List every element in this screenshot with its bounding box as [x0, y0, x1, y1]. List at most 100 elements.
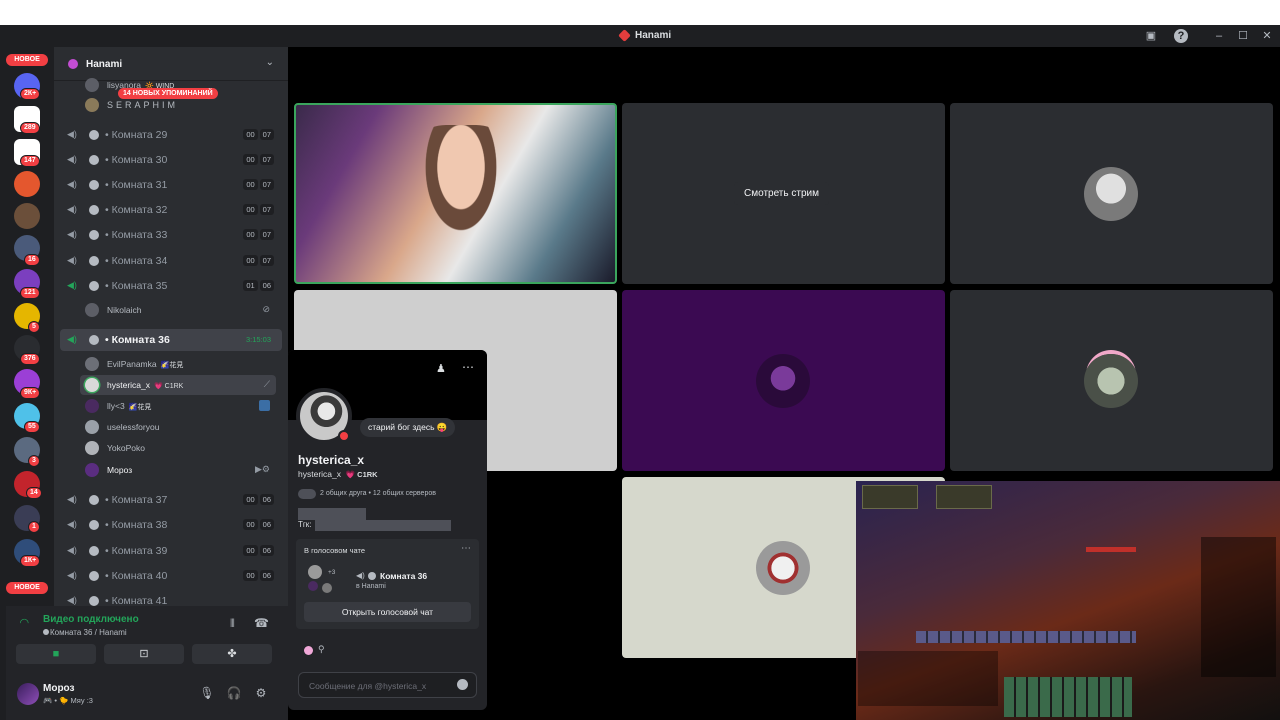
- inbox-icon[interactable]: ▣: [1144, 29, 1158, 43]
- channel-status-icon: [89, 571, 99, 581]
- voice-user[interactable]: Мороз ▶⚙: [80, 460, 276, 480]
- voice-channel[interactable]: ◀) • Комната 37 00 06: [60, 489, 282, 511]
- voice-user-selected[interactable]: hysterica_x 💗 C1RK ⟋: [80, 375, 276, 395]
- voice-status[interactable]: Видео подключено: [43, 614, 139, 625]
- chevron-down-icon[interactable]: ⌄: [266, 57, 274, 68]
- speaker-icon: ◀): [67, 545, 77, 555]
- badge-icon[interactable]: ⚲: [318, 644, 325, 655]
- game-healthbar: [1086, 547, 1136, 552]
- speaker-icon: ◀): [67, 494, 77, 504]
- voice-channel[interactable]: ◀) • Комната 32 00 07: [60, 199, 282, 221]
- mutual-avatars: [298, 489, 316, 499]
- audio-tile[interactable]: [950, 103, 1273, 284]
- more-options-icon[interactable]: ⋯: [461, 543, 471, 554]
- user-profile-popup: ♟ ⋯ старий бог здесь 😛 hysterica_x hyste…: [288, 350, 487, 710]
- server-icon[interactable]: [14, 203, 40, 229]
- activities-button[interactable]: ✤: [192, 644, 272, 664]
- audio-tile[interactable]: [622, 290, 945, 471]
- audio-tile[interactable]: [950, 290, 1273, 471]
- my-username[interactable]: Мороз: [43, 683, 75, 694]
- channel-counter: 00 06: [243, 519, 274, 530]
- speaker-icon: ◀): [67, 129, 77, 139]
- channel-label: • Комната 36: [105, 334, 170, 346]
- voice-channel[interactable]: ◀) • Комната 30 00 07: [60, 149, 282, 171]
- profile-message-input[interactable]: Сообщение для @hysterica_x: [298, 672, 477, 698]
- game-unitframe: [936, 485, 992, 509]
- close-button[interactable]: ✕: [1260, 29, 1274, 43]
- voice-user[interactable]: lly<3 🌠花見: [80, 396, 276, 416]
- channel-status-icon: [89, 546, 99, 556]
- channel-label: • Комната 40: [105, 570, 168, 582]
- help-icon[interactable]: ?: [1174, 29, 1188, 43]
- speaker-icon: ◀): [67, 255, 77, 265]
- channel-counter: 00 06: [243, 570, 274, 581]
- avatar: [85, 303, 99, 317]
- channel-status-icon: [89, 180, 99, 190]
- speaker-icon: ◀): [67, 334, 77, 344]
- voice-user-name: EvilPanamka 🌠花見: [107, 359, 184, 369]
- mutual-info[interactable]: 2 общих друга • 12 общих серверов: [320, 490, 436, 497]
- minimize-button[interactable]: –: [1212, 29, 1226, 43]
- more-options-icon[interactable]: ⋯: [462, 360, 474, 374]
- voice-channel[interactable]: ◀) • Комната 34 00 07: [60, 250, 282, 272]
- watch-stream-button[interactable]: Смотреть стрим: [734, 182, 829, 205]
- new-pill-bottom[interactable]: НОВОЕ: [6, 582, 48, 594]
- dnd-status-icon: [338, 430, 350, 442]
- avatar: [308, 581, 318, 591]
- settings-gear-icon[interactable]: ⚙: [253, 686, 269, 702]
- add-friend-icon[interactable]: ♟: [436, 362, 446, 375]
- voice-channel[interactable]: ◀) • Комната 38 00 06: [60, 514, 282, 536]
- video-tile-speaking[interactable]: [294, 103, 617, 284]
- speaker-icon: ◀): [356, 571, 365, 580]
- game-stream-overlay[interactable]: [856, 481, 1280, 720]
- avatar[interactable]: [17, 683, 39, 705]
- redacted-link: [315, 520, 451, 531]
- voice-channel[interactable]: ◀) • Комната 31 00 07: [60, 174, 282, 196]
- voice-user[interactable]: YokoPoko: [80, 438, 276, 458]
- mentions-pill[interactable]: 14 НОВЫХ УПОМИНАНИЙ: [118, 88, 218, 99]
- channel-status-icon: [89, 130, 99, 140]
- voice-channel[interactable]: ◀) • Комната 29 00 07: [60, 124, 282, 146]
- my-status: 🎮 • 🐤 Мяу :3: [43, 696, 93, 705]
- voice-channel[interactable]: ◀) • Комната 33 00 07: [60, 224, 282, 246]
- speaker-icon: ◀): [67, 280, 77, 290]
- new-pill-top[interactable]: НОВОЕ: [6, 54, 48, 66]
- noise-suppression-icon[interactable]: ⦀: [230, 618, 235, 631]
- tile-avatar: [1084, 167, 1138, 221]
- voice-channel[interactable]: ◀) • Комната 40 00 06: [60, 565, 282, 587]
- server-icon[interactable]: [14, 171, 40, 197]
- emoji-icon[interactable]: [457, 679, 468, 690]
- voice-channel[interactable]: ◀) • Комната 41: [60, 590, 282, 607]
- window-title: Hanami: [618, 29, 672, 42]
- voice-channel[interactable]: ◀) • Комната 39 00 06: [60, 540, 282, 562]
- voice-user-name: lly<3 🌠花見: [107, 401, 152, 411]
- signal-icon: ◜◝: [20, 617, 29, 629]
- server-name: Hanami: [86, 59, 123, 70]
- voice-location[interactable]: Комната 36 / Hanami: [50, 628, 127, 637]
- muted-icon: ⟋: [263, 379, 270, 389]
- server-badge: 55: [24, 421, 40, 433]
- user-panel: Мороз 🎮 • 🐤 Мяу :3 🎙 🎧 ⚙: [6, 670, 288, 720]
- voice-channel[interactable]: ◀) • Комната 35 01 06: [60, 275, 282, 297]
- voice-user[interactable]: EvilPanamka 🌠花見: [80, 354, 276, 374]
- badge-icon[interactable]: [304, 646, 313, 655]
- speaker-icon: ◀): [67, 595, 77, 605]
- activity-icon: [259, 400, 270, 411]
- maximize-button[interactable]: ☐: [1236, 29, 1250, 43]
- speaker-icon: ◀): [67, 154, 77, 164]
- microphone-icon[interactable]: 🎙: [199, 686, 215, 702]
- stream-tile[interactable]: Смотреть стрим: [622, 103, 945, 284]
- tile-avatar: [756, 541, 810, 595]
- window-title-text: Hanami: [635, 30, 672, 41]
- camera-button[interactable]: ■: [16, 644, 96, 664]
- open-voice-chat-button[interactable]: Открыть голосовой чат: [304, 602, 471, 622]
- speaker-icon: ◀): [67, 570, 77, 580]
- voice-channel-active[interactable]: ◀) • Комната 36 3:15:03: [60, 329, 282, 351]
- avatar: [85, 378, 99, 392]
- voice-user-name: Nikolaich: [107, 305, 142, 315]
- voice-user[interactable]: uselessforyou: [80, 417, 276, 437]
- screen-share-button[interactable]: ⊡: [104, 644, 184, 664]
- headphones-icon[interactable]: 🎧: [226, 686, 242, 702]
- voice-user[interactable]: Nikolaich ⊘: [80, 300, 276, 320]
- disconnect-icon[interactable]: ☎: [254, 616, 269, 630]
